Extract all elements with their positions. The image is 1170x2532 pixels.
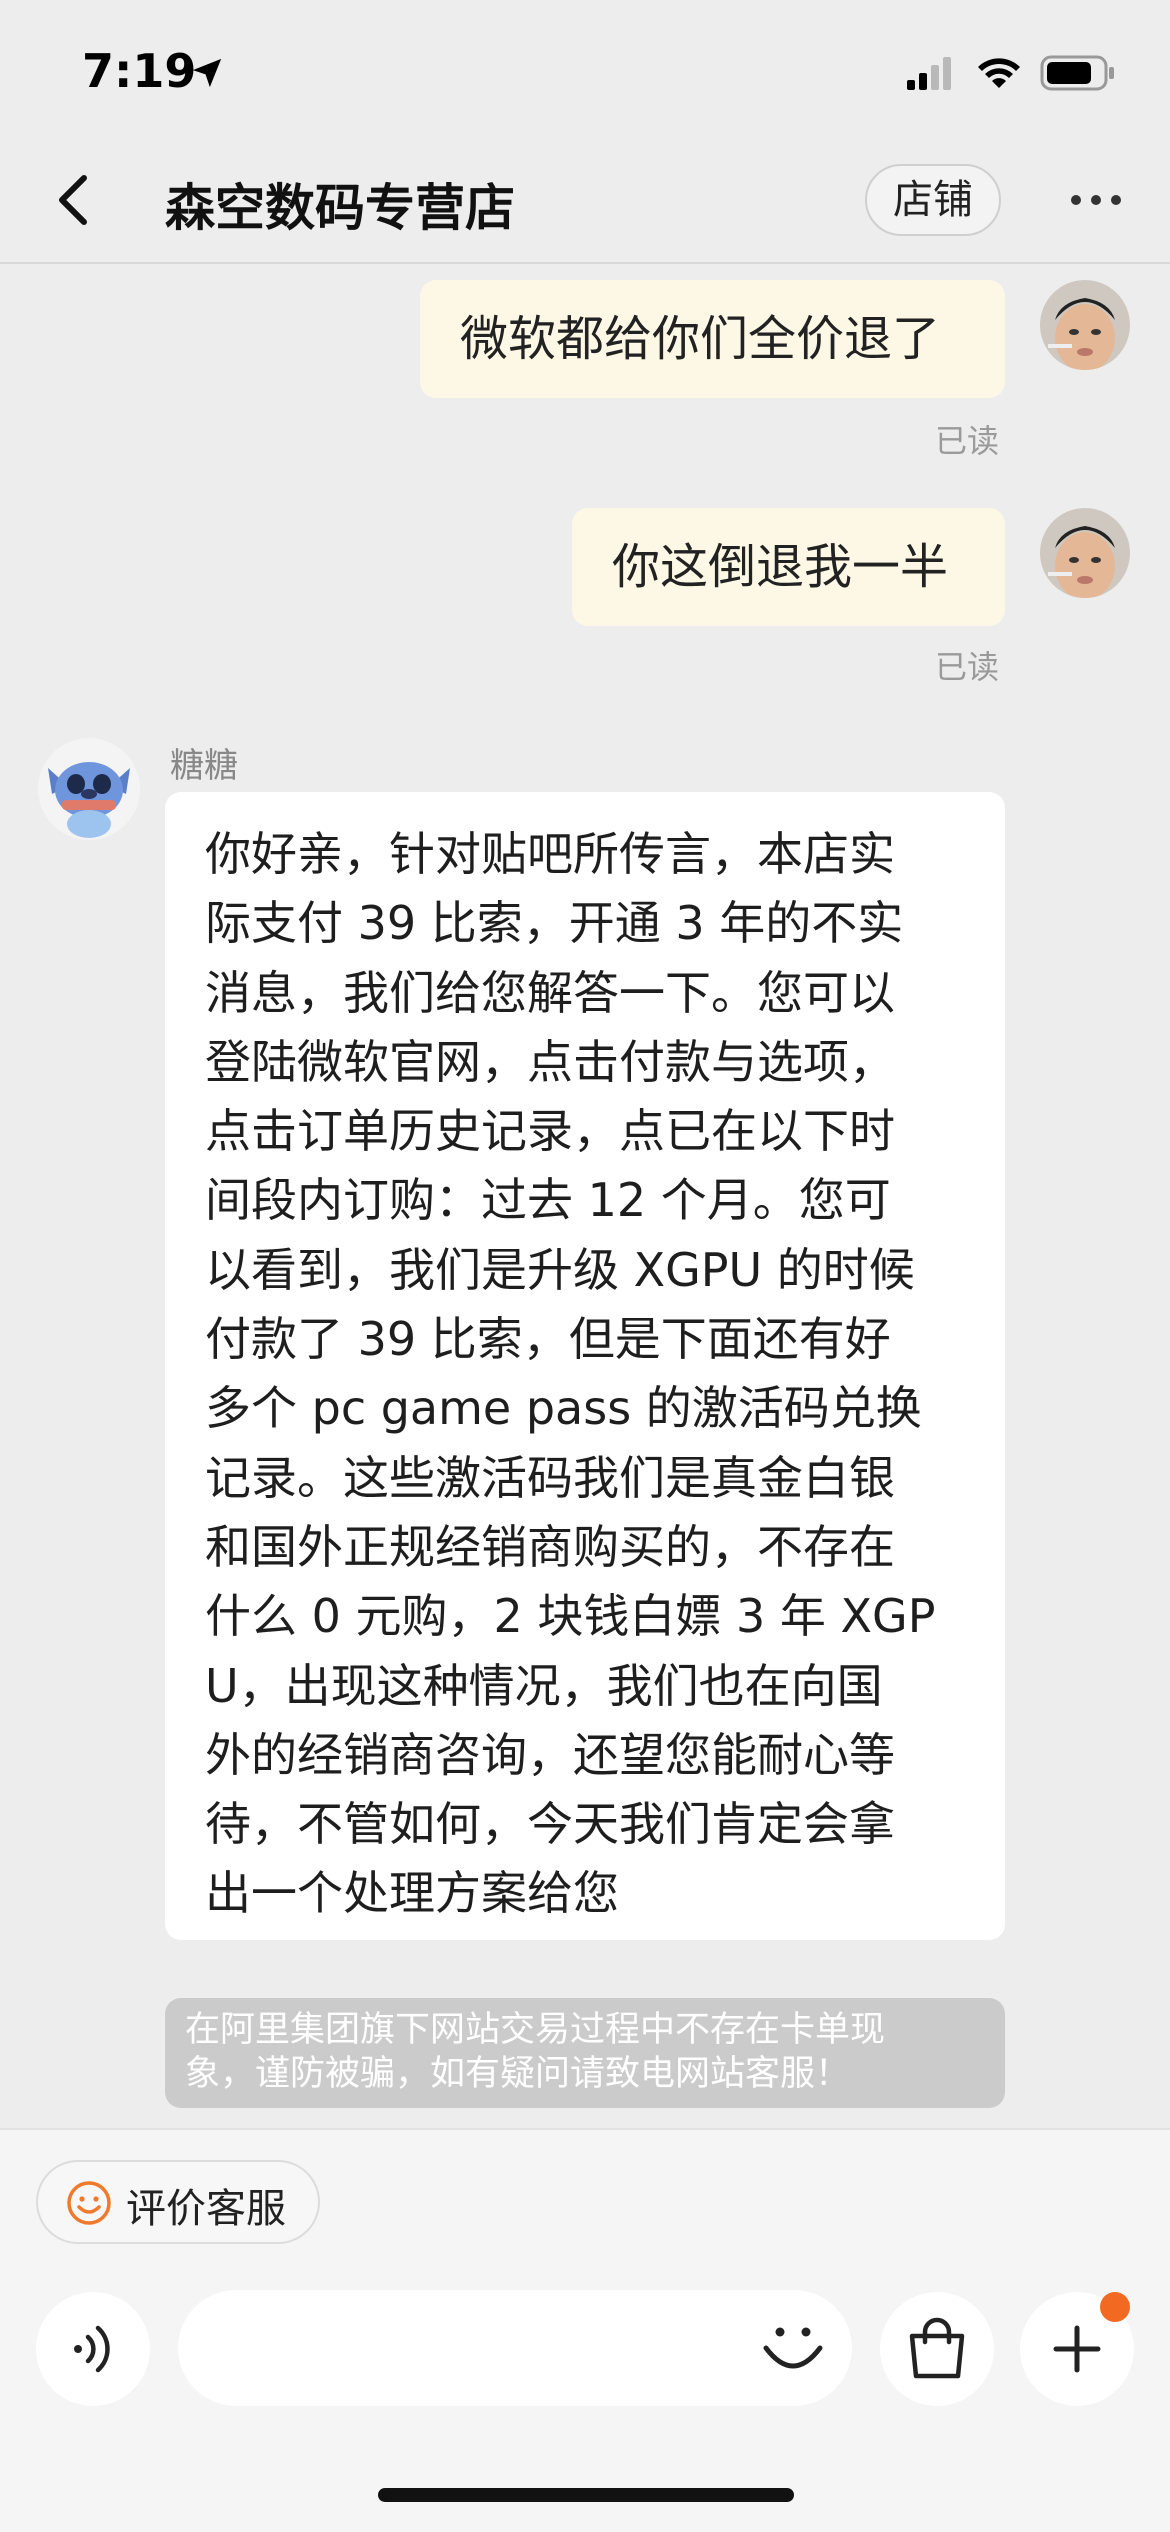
anti-fraud-notice: 在阿里集团旗下网站交易过程中不存在卡单现 象，谨防被骗，如有疑问请致电网站客服！ xyxy=(165,1998,1005,2108)
voice-button[interactable] xyxy=(36,2292,150,2406)
status-bar: 7:19 xyxy=(0,0,1170,140)
message-line: 和国外正规经销商购买的，不存在 xyxy=(205,1519,895,1574)
nav-bar: 森空数码专营店 店铺 xyxy=(0,140,1170,264)
shop-button[interactable]: 店铺 xyxy=(865,164,1001,236)
shopping-bag-button[interactable] xyxy=(880,2292,994,2406)
message-line: 外的经销商咨询，还望您能耐心等 xyxy=(205,1727,895,1782)
rate-service-button[interactable]: 评价客服 xyxy=(36,2160,320,2244)
message-line: 记录。这些激活码我们是真金白银 xyxy=(205,1450,895,1505)
more-dots-icon[interactable] xyxy=(1068,192,1124,208)
smiley-icon xyxy=(67,2181,111,2225)
message-line: U，出现这种情况，我们也在向国 xyxy=(205,1658,883,1713)
shopping-bag-icon xyxy=(909,2317,965,2379)
message-line: 什么 0 元购，2 块钱白嫖 3 年 XGP xyxy=(205,1589,936,1644)
read-status: 已读 xyxy=(935,648,1000,686)
message-line: 付款了 39 比索，但是下面还有好 xyxy=(205,1312,891,1367)
emoji-icon[interactable] xyxy=(760,2314,826,2380)
signal-icon xyxy=(907,57,951,90)
message-line: 你好亲，针对贴吧所传言，本店实 xyxy=(205,827,895,881)
message-line: 际支付 39 比索，开通 3 年的不实 xyxy=(205,896,904,951)
message-line: 出一个处理方案给您 xyxy=(205,1866,619,1921)
notice-line: 在阿里集团旗下网站交易过程中不存在卡单现 xyxy=(185,2010,886,2050)
notice-line: 象，谨防被骗，如有疑问请致电网站客服！ xyxy=(185,2054,851,2094)
message-line: 点击订单历史记录，点已在以下时 xyxy=(205,1104,895,1159)
sender-name: 糖糖 xyxy=(170,746,238,786)
rate-service-label: 评价客服 xyxy=(126,2186,286,2232)
chat-screen: 7:19 森空数码专营店 店铺 微软都给你们全价退了 已读 你这倒退我一半 已读… xyxy=(0,0,1170,2532)
outgoing-message[interactable]: 你这倒退我一半 xyxy=(572,508,1005,626)
home-indicator xyxy=(378,2488,794,2502)
bottom-toolbar: 评价客服 xyxy=(0,2128,1170,2532)
battery-icon xyxy=(1040,55,1114,91)
user-avatar[interactable] xyxy=(1040,280,1130,370)
incoming-message[interactable]: 你好亲，针对贴吧所传言，本店实 际支付 39 比索，开通 3 年的不实 消息，我… xyxy=(165,792,1005,1940)
agent-avatar[interactable] xyxy=(38,738,140,840)
wifi-icon xyxy=(978,58,1020,88)
message-line: 以看到，我们是升级 XGPU 的时候 xyxy=(205,1242,915,1297)
outgoing-message[interactable]: 微软都给你们全价退了 xyxy=(420,280,1005,398)
message-line: 登陆微软官网，点击付款与选项， xyxy=(205,1034,895,1089)
shop-title: 森空数码专营店 xyxy=(165,179,515,237)
notification-dot xyxy=(1100,2292,1130,2322)
voice-icon xyxy=(74,2325,110,2373)
back-chevron-icon[interactable] xyxy=(52,172,96,228)
message-line: 间段内订购：过去 12 个月。您可 xyxy=(205,1173,891,1228)
message-line: 多个 pc game pass 的激活码兑换 xyxy=(205,1381,922,1436)
message-input[interactable] xyxy=(178,2290,852,2406)
message-line: 消息，我们给您解答一下。您可以 xyxy=(205,965,895,1020)
status-time: 7:19 xyxy=(82,44,197,98)
read-status: 已读 xyxy=(935,422,1000,460)
user-avatar[interactable] xyxy=(1040,508,1130,598)
location-arrow-icon xyxy=(192,58,222,88)
message-line: 待，不管如何，今天我们肯定会拿 xyxy=(205,1797,895,1852)
